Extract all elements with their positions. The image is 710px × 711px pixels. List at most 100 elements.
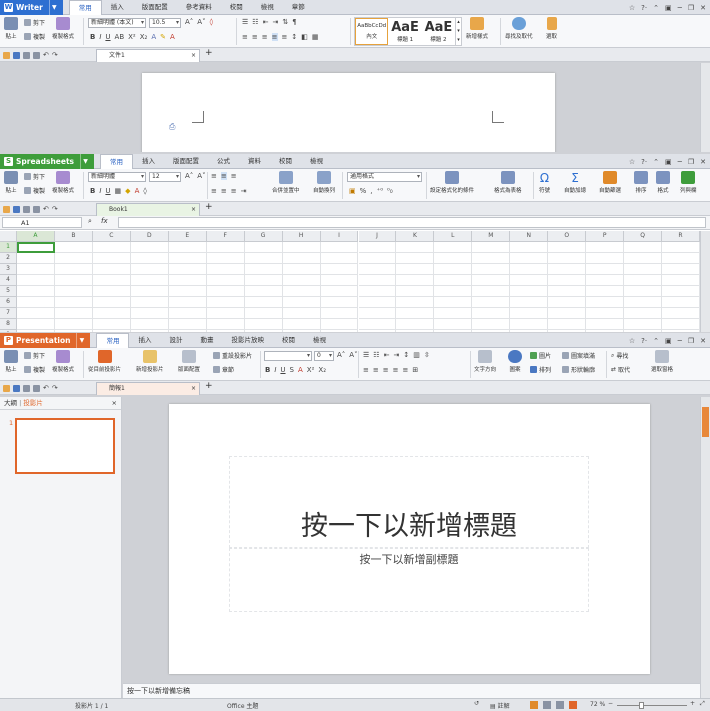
- column-header[interactable]: I: [320, 231, 359, 242]
- column-header[interactable]: D: [130, 231, 169, 242]
- redo-icon[interactable]: ↷: [52, 384, 58, 392]
- indent-increase-icon[interactable]: ⇥: [272, 18, 278, 26]
- font-grow-shrink[interactable]: A˄ A˅: [185, 172, 206, 180]
- sheet-cell[interactable]: [510, 253, 549, 264]
- conditional-format-button[interactable]: 設定格式化的條件: [430, 171, 474, 194]
- sheet-cell[interactable]: [586, 253, 625, 264]
- normal-view-icon[interactable]: [530, 701, 538, 709]
- notes-button[interactable]: ▤ 註解: [490, 701, 510, 710]
- sheet-cell[interactable]: [662, 286, 700, 297]
- sheet-cell[interactable]: [320, 264, 359, 275]
- close-icon[interactable]: ×: [112, 397, 117, 410]
- zoom-icon[interactable]: ⌕: [88, 217, 92, 226]
- decrease-decimal-icon[interactable]: ⁰₀: [387, 187, 393, 195]
- sheet-cell[interactable]: [54, 253, 93, 264]
- find-replace-button[interactable]: 尋找及取代: [505, 17, 533, 40]
- sheet-cell[interactable]: [320, 319, 359, 330]
- shrink-font-icon[interactable]: A˅: [197, 172, 205, 180]
- sheet-cell[interactable]: [92, 297, 131, 308]
- align-center-icon[interactable]: ≡: [373, 366, 379, 374]
- undo-icon[interactable]: ↶: [43, 51, 49, 59]
- strike-icon[interactable]: AB: [115, 33, 125, 41]
- font-grow-shrink[interactable]: A˄ A˅: [337, 351, 358, 359]
- shape-outline-button[interactable]: 形狀輪廓: [562, 365, 595, 374]
- sheet-cell[interactable]: [55, 330, 93, 332]
- sheet-cell[interactable]: [586, 264, 625, 275]
- sheet-cell[interactable]: [472, 319, 511, 330]
- distribute-icon[interactable]: ≡: [282, 33, 288, 41]
- sheet-cell[interactable]: [434, 297, 473, 308]
- sheet-cell[interactable]: [510, 330, 549, 332]
- tab-writer-1[interactable]: 插入: [102, 0, 133, 15]
- italic-icon[interactable]: I: [274, 366, 276, 374]
- sheet-cell[interactable]: [282, 308, 321, 319]
- sheet-cell[interactable]: [282, 253, 321, 264]
- cut-button[interactable]: 剪下: [24, 351, 45, 360]
- sheet-cell[interactable]: [510, 242, 549, 253]
- row-header[interactable]: 5: [0, 286, 17, 297]
- help-icon[interactable]: ?·: [641, 337, 647, 345]
- text-effect-icon[interactable]: A: [151, 33, 156, 41]
- sheet-cell[interactable]: [586, 242, 625, 253]
- underline-icon[interactable]: U: [105, 33, 110, 41]
- sheet-cell[interactable]: [282, 319, 321, 330]
- sheet-cell[interactable]: [169, 330, 207, 332]
- sheet-cell[interactable]: [510, 264, 549, 275]
- shape-fill-button[interactable]: 圖案填滿: [562, 351, 595, 360]
- sheet-cell[interactable]: [624, 319, 663, 330]
- sheet-cell[interactable]: [17, 330, 55, 332]
- zoom-slider[interactable]: [617, 702, 687, 709]
- sheet-cell[interactable]: [92, 286, 131, 297]
- underline-icon[interactable]: U: [280, 366, 285, 374]
- column-header[interactable]: A: [17, 231, 55, 242]
- restore-icon[interactable]: ▣: [665, 158, 672, 166]
- style-normal[interactable]: AaBbCcDd 內文: [355, 18, 389, 45]
- select-button[interactable]: 選取: [546, 17, 557, 40]
- subtitle-placeholder[interactable]: 按一下以新增副標題: [229, 548, 589, 612]
- indent-icon[interactable]: ⇥: [241, 187, 247, 195]
- sheet-cell[interactable]: [282, 275, 321, 286]
- sheet-cell[interactable]: [130, 275, 169, 286]
- shapes-button[interactable]: 圖案: [508, 350, 522, 373]
- border-icon[interactable]: ▦: [312, 33, 319, 41]
- comma-icon[interactable]: ,: [370, 187, 372, 195]
- sheet-cell[interactable]: [624, 330, 663, 332]
- copy-button[interactable]: 複製: [24, 186, 45, 195]
- sheet-cell[interactable]: [510, 308, 549, 319]
- bold-icon[interactable]: B: [90, 33, 95, 41]
- tab-presentation-3[interactable]: 動畫: [191, 333, 222, 348]
- sheet-cell[interactable]: [320, 253, 359, 264]
- size-combo[interactable]: 10.5: [149, 18, 181, 28]
- sheet-cell[interactable]: [168, 286, 207, 297]
- picture-button[interactable]: 圖片: [530, 351, 551, 360]
- sheet-cell[interactable]: [434, 253, 473, 264]
- sheet-cell[interactable]: [396, 286, 435, 297]
- restore-icon[interactable]: ▣: [665, 337, 672, 345]
- tab-presentation-2[interactable]: 設計: [160, 333, 191, 348]
- new-slide-button[interactable]: 新增投影片: [136, 350, 164, 373]
- sheet-cell[interactable]: [130, 242, 169, 253]
- line-spacing-icon[interactable]: ↕: [403, 351, 409, 359]
- autosum-button[interactable]: Σ 自動加總: [564, 171, 586, 194]
- undo-icon[interactable]: ↶: [43, 384, 49, 392]
- close-icon[interactable]: ✕: [700, 337, 706, 345]
- sheet-cell[interactable]: [92, 308, 131, 319]
- copy-button[interactable]: 複製: [24, 32, 45, 41]
- print-icon[interactable]: [23, 51, 30, 59]
- column-header[interactable]: P: [586, 231, 625, 242]
- new-style-button[interactable]: 新增樣式: [466, 17, 488, 40]
- indent-decrease-icon[interactable]: ⇤: [384, 351, 390, 359]
- sheet-cell[interactable]: [624, 264, 663, 275]
- tab-spreadsheets-4[interactable]: 資料: [239, 154, 270, 169]
- size-combo[interactable]: 0: [314, 351, 334, 361]
- align-left-icon[interactable]: ≡: [211, 187, 217, 195]
- skin-icon[interactable]: ☆: [629, 337, 635, 345]
- sheet-cell[interactable]: [168, 297, 207, 308]
- slide[interactable]: 按一下以新增標題 按一下以新增副標題: [169, 404, 650, 674]
- sheet-cell[interactable]: [434, 308, 473, 319]
- help-icon[interactable]: ?·: [641, 4, 647, 12]
- minimize-icon[interactable]: ─: [678, 337, 682, 345]
- minimize-ribbon-icon[interactable]: ⌃: [653, 158, 659, 166]
- close-icon[interactable]: ×: [191, 204, 196, 216]
- sheet-cell[interactable]: [245, 330, 283, 332]
